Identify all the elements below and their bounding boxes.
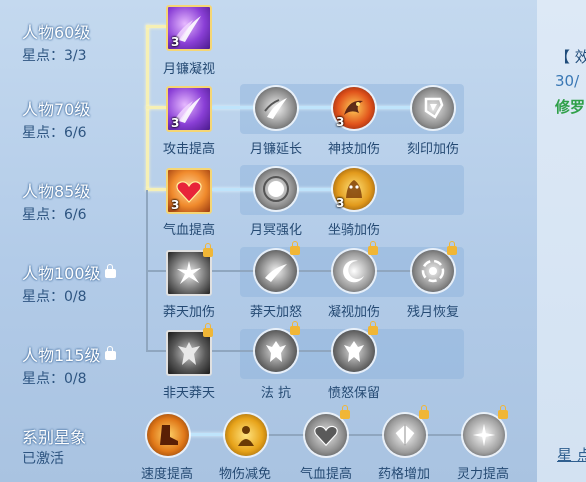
skill-label: 灵力提高 (456, 467, 509, 482)
skill-label: 残月恢复 (406, 305, 459, 320)
skill-shenji-jiashang[interactable]: 3 (333, 87, 375, 129)
skill-label: 月冥强化 (249, 223, 302, 238)
skill-label: 气血提高 (299, 467, 352, 482)
skill-label: 愤怒保留 (327, 386, 380, 401)
skill-gongji-tigao[interactable]: 3 (166, 86, 212, 132)
level-title: 人物115级 (22, 342, 116, 366)
lock-icon (290, 241, 300, 255)
shield-figure-icon (238, 426, 254, 446)
boot-icon (160, 425, 178, 445)
star-talent-panel: 【 效 30/ 修罗 星 点 人物60级 星点：3/3 人物70级 星点：6/6… (0, 0, 586, 482)
level-title: 人物85级 (22, 182, 91, 201)
skill-mangtian-jianu[interactable] (255, 241, 300, 292)
lock-icon (498, 405, 508, 419)
series-title: 系别星象 (22, 428, 87, 447)
tree-connector (212, 270, 444, 272)
lock-icon (203, 243, 213, 257)
burst-icon (265, 264, 287, 282)
level-stars: 星点：6/6 (22, 125, 87, 141)
skill-count: 3 (171, 116, 180, 130)
demon-figure-icon (178, 342, 200, 365)
lock-icon (368, 241, 378, 255)
orb-icon (263, 176, 289, 202)
level-stars: 星点：0/8 (22, 289, 87, 305)
skill-label: 物伤减免 (218, 467, 271, 482)
lock-icon (447, 241, 457, 255)
tree-connector (146, 25, 166, 28)
tree-connector (248, 434, 486, 436)
skill-wushang-jianmian[interactable] (225, 414, 267, 456)
skill-yuelian-ningshi[interactable]: 3 (166, 5, 212, 51)
tree-connector (146, 270, 166, 272)
skill-count: 3 (336, 115, 345, 129)
lock-icon (419, 405, 429, 419)
level-stars: 星点：0/8 (22, 371, 87, 387)
tree-connector (146, 106, 166, 109)
detail-school: 修罗 (555, 98, 586, 116)
skill-qixue-tigao-2[interactable] (305, 405, 350, 456)
blade-swirl-icon (264, 98, 287, 119)
skill-sudu-tigao[interactable] (147, 414, 189, 456)
skill-label: 凝视加伤 (327, 305, 380, 320)
skill-label: 非天莽天 (162, 386, 215, 401)
tree-connector (146, 350, 166, 352)
skill-zuoqi-jiashang[interactable]: 3 (333, 168, 375, 210)
level-stars: 星点：6/6 (22, 207, 87, 223)
skill-yuelian-yanchang[interactable] (255, 87, 297, 129)
tree-connector (212, 106, 444, 109)
demon-figure-icon (344, 341, 364, 362)
skill-count: 3 (171, 198, 180, 212)
skill-fa-kang[interactable] (255, 321, 300, 372)
skill-fennu-baoliu[interactable] (333, 321, 378, 372)
rune-icon (424, 97, 444, 119)
skill-label: 坐骑加伤 (327, 223, 380, 238)
lock-icon (340, 405, 350, 419)
moon-icon (343, 260, 364, 283)
skill-label: 神技加伤 (327, 142, 380, 157)
skill-label: 莽天加怒 (249, 305, 302, 320)
detail-panel: 【 效 30/ 修罗 星 点 (537, 0, 586, 482)
burst-icon (177, 261, 201, 284)
level-title: 人物100级 (22, 260, 116, 284)
detail-progress: 30/ (555, 72, 580, 90)
tree-connector (146, 188, 166, 191)
skill-label: 攻击提高 (162, 142, 215, 157)
lock-icon (368, 321, 378, 335)
sparkle-icon (472, 423, 496, 447)
skill-count: 3 (336, 196, 345, 210)
crystal-icon (395, 424, 415, 446)
detail-effect-label: 【 效 (555, 48, 586, 66)
skill-ningshi-jiashang[interactable] (333, 241, 378, 292)
lock-icon (104, 264, 116, 278)
skill-yaoge-zengjia[interactable] (384, 405, 429, 456)
skill-label: 药格增加 (377, 467, 430, 482)
skill-label: 莽天加伤 (162, 305, 215, 320)
detail-star-link[interactable]: 星 点 (557, 444, 586, 465)
skill-label: 速度提高 (140, 467, 193, 482)
skill-keyin-jiashang[interactable] (412, 87, 454, 129)
skill-mangtian-jiashang[interactable] (166, 243, 213, 296)
level-title: 人物60级 (22, 23, 91, 42)
skill-count: 3 (171, 35, 180, 49)
demon-figure-icon (266, 341, 286, 362)
skill-yueming-qianghua[interactable] (255, 168, 297, 210)
lock-icon (104, 346, 116, 360)
heart-icon (314, 425, 338, 447)
skill-qixue-tigao[interactable]: 3 (166, 168, 212, 214)
skill-label: 法 抗 (260, 386, 292, 401)
skill-label: 刻印加伤 (406, 142, 459, 157)
vortex-icon (421, 259, 445, 283)
level-stars: 星点：3/3 (22, 48, 87, 64)
series-status: 已激活 (22, 451, 64, 467)
skill-label: 气血提高 (162, 223, 215, 238)
skill-canyue-huifu[interactable] (412, 241, 457, 292)
skill-label: 月镰延长 (249, 142, 302, 157)
level-title: 人物70级 (22, 100, 91, 119)
skill-feitian-mangtian[interactable] (166, 323, 213, 376)
skill-lingli-tigao[interactable] (463, 405, 508, 456)
skill-label: 月镰凝视 (162, 62, 215, 77)
lock-icon (203, 323, 213, 337)
lock-icon (290, 321, 300, 335)
